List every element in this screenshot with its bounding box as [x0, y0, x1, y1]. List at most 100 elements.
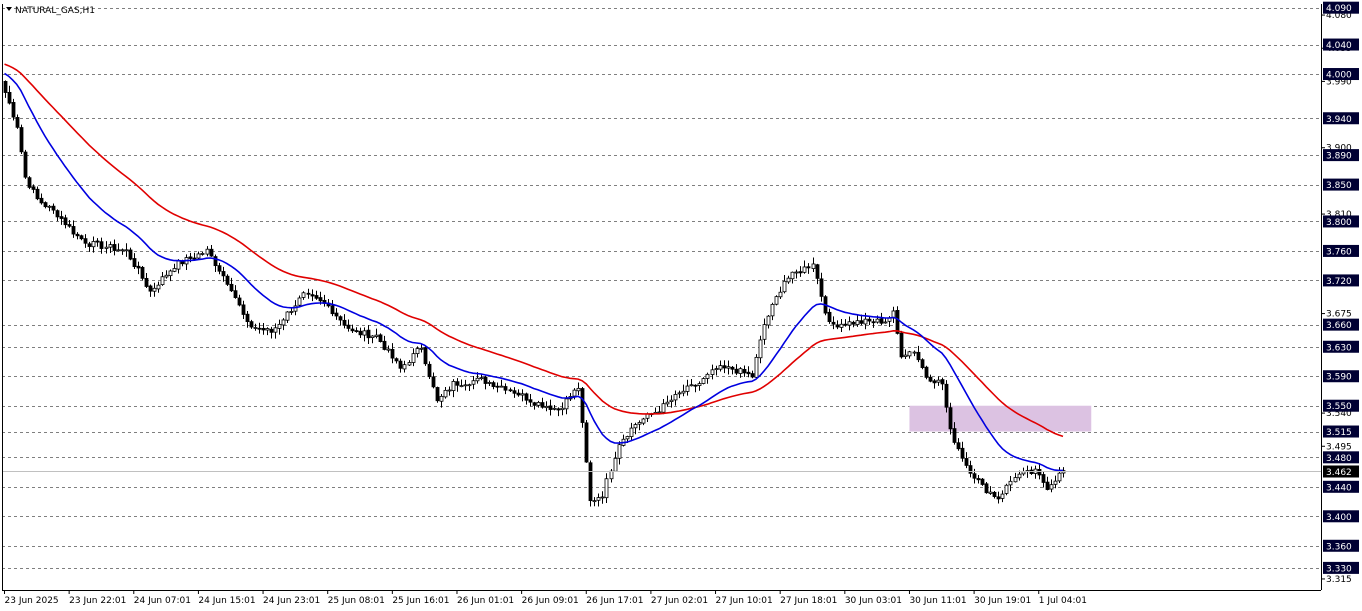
- candle: [766, 315, 771, 329]
- candle: [168, 269, 173, 282]
- price-chart[interactable]: 4.0804.0353.9903.9003.8103.6753.5403.495…: [0, 0, 1362, 611]
- price-axis[interactable]: 4.0804.0353.9903.9003.8103.6753.5403.495…: [1321, 1, 1359, 585]
- price-level-label[interactable]: 4.090: [1323, 1, 1359, 15]
- candle: [75, 232, 80, 240]
- candle: [831, 316, 836, 330]
- svg-text:3.760: 3.760: [1326, 247, 1352, 257]
- candle: [439, 394, 444, 408]
- candle: [992, 490, 997, 499]
- candle: [758, 335, 763, 364]
- candle: [47, 205, 52, 212]
- candle: [79, 234, 84, 241]
- candle: [903, 349, 908, 359]
- candle: [1033, 465, 1038, 479]
- price-level-label[interactable]: 3.440: [1323, 480, 1359, 494]
- price-level-label[interactable]: 3.480: [1323, 451, 1359, 464]
- time-axis[interactable]: 23 Jun 2025 23 Jun 22:01 24 Jun 07:01 24 Ju…: [4, 590, 1087, 606]
- price-level-label[interactable]: 3.590: [1323, 370, 1359, 383]
- candle: [964, 452, 969, 469]
- candle: [1004, 483, 1009, 496]
- price-level-label[interactable]: 3.360: [1323, 539, 1359, 553]
- svg-text:3.360: 3.360: [1326, 542, 1352, 552]
- price-level-label[interactable]: 4.040: [1323, 38, 1359, 52]
- price-level-label[interactable]: 3.660: [1323, 318, 1359, 332]
- time-tick-label: 25 Jun 08:01: [328, 596, 385, 606]
- candle: [148, 284, 153, 297]
- price-level-label[interactable]: 3.515: [1323, 425, 1359, 439]
- candle: [1029, 466, 1034, 475]
- candle: [156, 281, 161, 293]
- candle: [746, 366, 751, 378]
- candle: [459, 379, 464, 388]
- candle: [604, 473, 609, 503]
- candle: [306, 288, 311, 299]
- symbol-header[interactable]: NATURAL_GAS,H1: [6, 6, 95, 16]
- dropdown-arrow-icon[interactable]: [6, 7, 12, 11]
- price-level-label[interactable]: 3.550: [1323, 399, 1359, 413]
- time-tick-label: 30 Jun 11:01: [909, 596, 966, 606]
- candle: [944, 380, 949, 413]
- candle: [540, 397, 545, 409]
- symbol-label: NATURAL_GAS,H1: [15, 6, 95, 16]
- candle: [83, 234, 88, 248]
- price-level-label[interactable]: 3.940: [1323, 112, 1359, 125]
- svg-text:4.000: 4.000: [1326, 71, 1352, 81]
- candle: [847, 316, 852, 331]
- price-tick-label: 3.675: [1326, 310, 1352, 320]
- time-tick-label: 23 Jun 2025: [5, 596, 59, 606]
- candle: [366, 325, 371, 344]
- candle: [63, 214, 68, 229]
- candle: [960, 441, 965, 462]
- candle: [19, 124, 24, 155]
- candle: [879, 312, 884, 326]
- price-level-label[interactable]: 3.630: [1323, 340, 1359, 354]
- price-level-label[interactable]: 4.000: [1323, 68, 1359, 81]
- candle: [532, 401, 537, 410]
- price-grid: [2, 8, 1321, 569]
- candle: [59, 210, 64, 225]
- candle: [116, 243, 121, 252]
- candle: [819, 272, 824, 302]
- price-level-label[interactable]: 3.850: [1323, 178, 1359, 192]
- supply-zone-rectangle[interactable]: [909, 405, 1092, 432]
- candle: [249, 319, 254, 329]
- price-level-label[interactable]: 3.890: [1323, 149, 1359, 162]
- candle: [984, 481, 989, 494]
- price-level-label[interactable]: 3.720: [1323, 274, 1359, 287]
- candle: [415, 346, 420, 358]
- candle: [27, 176, 32, 190]
- candle: [23, 149, 28, 179]
- candle: [435, 386, 440, 403]
- candle: [928, 374, 933, 383]
- candle: [968, 460, 973, 478]
- candle: [39, 193, 44, 205]
- candle: [584, 420, 589, 463]
- candle: [471, 375, 476, 390]
- candle: [265, 327, 270, 336]
- price-level-label[interactable]: 3.800: [1323, 215, 1359, 228]
- candle: [281, 318, 286, 331]
- candle: [338, 315, 343, 326]
- candle: [665, 395, 670, 407]
- time-tick-label: 27 Jun 18:01: [780, 596, 837, 606]
- candle: [641, 417, 646, 426]
- candle: [55, 209, 60, 222]
- candle: [277, 319, 282, 335]
- candle: [673, 390, 678, 406]
- ema-slow-line: [4, 63, 1064, 438]
- time-tick-label: 23 Jun 22:01: [69, 596, 126, 606]
- svg-text:3.800: 3.800: [1326, 218, 1352, 228]
- candle: [330, 300, 335, 317]
- candle: [257, 322, 262, 334]
- price-tick-label: 3.315: [1326, 575, 1352, 585]
- price-level-label[interactable]: 3.400: [1323, 510, 1359, 523]
- candle: [463, 379, 468, 391]
- svg-text:3.330: 3.330: [1326, 564, 1352, 574]
- candle: [467, 383, 472, 392]
- price-level-label[interactable]: 3.330: [1323, 561, 1359, 575]
- candle: [936, 376, 941, 386]
- candle: [770, 302, 775, 321]
- candle: [451, 379, 456, 398]
- price-level-label[interactable]: 3.760: [1323, 244, 1359, 258]
- candle: [423, 345, 428, 366]
